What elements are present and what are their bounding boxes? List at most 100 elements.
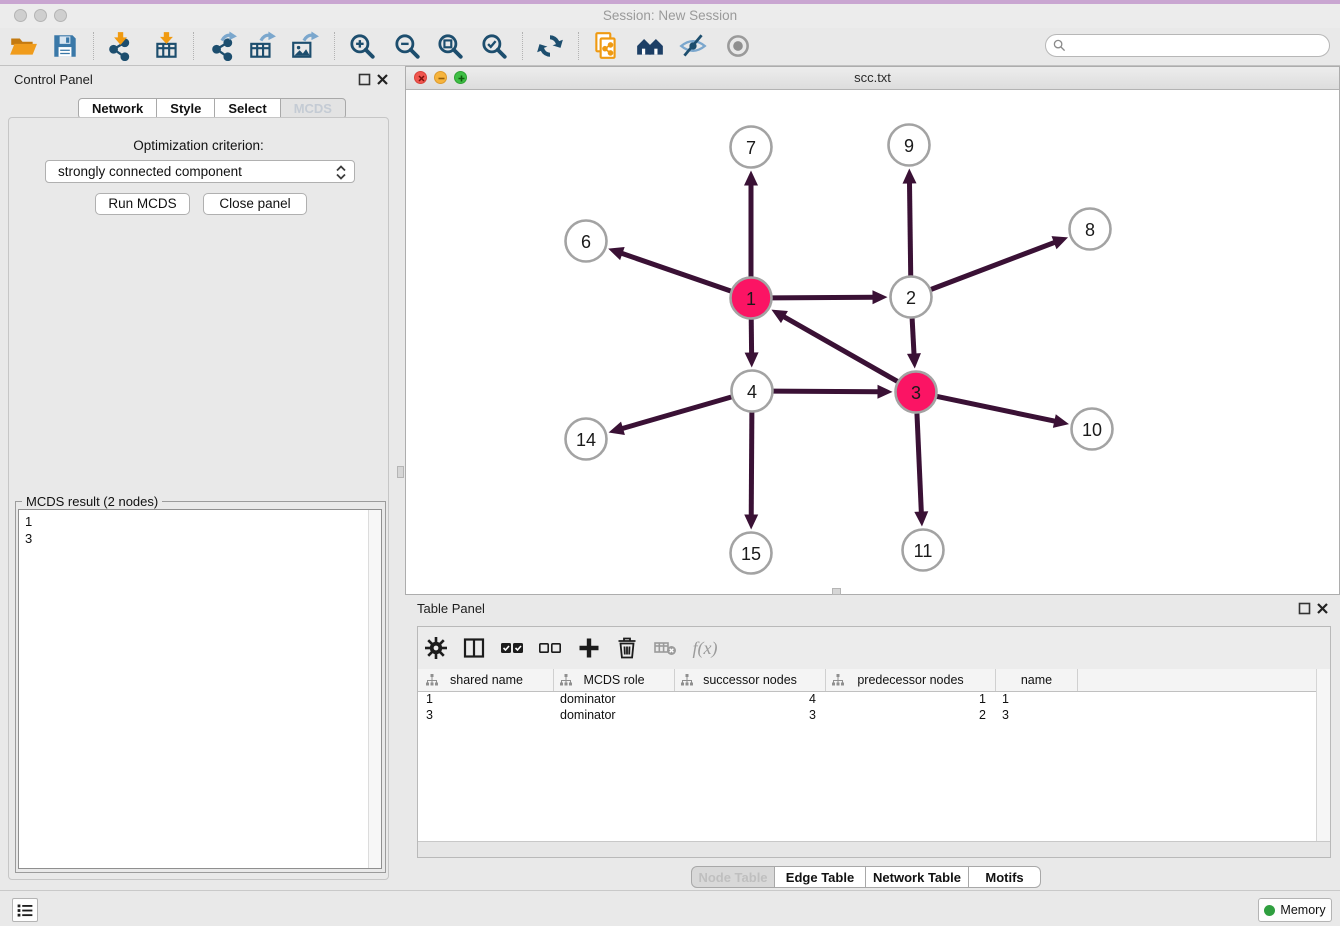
graph-node-11[interactable]: 11 bbox=[903, 530, 944, 571]
deselect-all-rows-icon[interactable] bbox=[537, 635, 563, 661]
column-header-MCDS-role[interactable]: MCDS role bbox=[554, 669, 675, 691]
horizontal-splitter-handle[interactable] bbox=[832, 588, 841, 595]
graph-node-4[interactable]: 4 bbox=[732, 371, 773, 412]
table-settings-icon[interactable] bbox=[423, 635, 449, 661]
network-canvas[interactable]: 1 2 3 4 6 7 8 9 10 11 14 15 bbox=[406, 89, 1339, 594]
graph-node-2[interactable]: 2 bbox=[891, 277, 932, 318]
tab-node-table[interactable]: Node Table bbox=[691, 866, 775, 888]
control-tab-select[interactable]: Select bbox=[215, 98, 280, 119]
minimize-network-button[interactable] bbox=[434, 71, 447, 84]
add-column-icon[interactable] bbox=[576, 635, 602, 661]
graph-edge-3-1[interactable] bbox=[771, 310, 897, 382]
tab-network-table[interactable]: Network Table bbox=[866, 866, 969, 888]
graph-edge-4-15[interactable] bbox=[744, 412, 758, 529]
close-table-panel-icon[interactable] bbox=[1316, 602, 1329, 615]
graph-node-8[interactable]: 8 bbox=[1070, 209, 1111, 250]
float-table-panel-icon[interactable] bbox=[1298, 602, 1311, 615]
table-horizontal-scrollbar[interactable] bbox=[418, 841, 1330, 857]
search-input[interactable] bbox=[1045, 34, 1330, 57]
control-tab-mcds[interactable]: MCDS bbox=[281, 98, 346, 119]
memory-button[interactable]: Memory bbox=[1258, 898, 1332, 922]
column-header-label: successor nodes bbox=[703, 673, 797, 687]
graph-node-3[interactable]: 3 bbox=[896, 372, 937, 413]
graph-edge-4-3[interactable] bbox=[773, 385, 892, 399]
zoom-fit-icon[interactable] bbox=[435, 31, 465, 61]
task-history-button[interactable] bbox=[12, 898, 38, 922]
hide-selected-icon[interactable] bbox=[678, 31, 708, 61]
toolbar-separator bbox=[578, 32, 579, 60]
zoom-window-button[interactable] bbox=[54, 9, 67, 22]
graph-edge-3-10[interactable] bbox=[937, 396, 1069, 428]
table-cell: 3 bbox=[420, 707, 554, 723]
float-panel-icon[interactable] bbox=[358, 73, 371, 86]
run-mcds-button[interactable]: Run MCDS bbox=[95, 193, 190, 215]
vertical-splitter-handle[interactable] bbox=[397, 466, 404, 478]
mcds-result-text[interactable]: 1 3 bbox=[18, 509, 382, 869]
graph-node-7[interactable]: 7 bbox=[731, 127, 772, 168]
column-header-name[interactable]: name bbox=[996, 669, 1078, 691]
close-panel-button[interactable]: Close panel bbox=[203, 193, 307, 215]
table-tabs: Node TableEdge TableNetwork TableMotifs bbox=[691, 866, 1041, 888]
search-icon bbox=[1053, 39, 1066, 52]
graph-edge-3-11[interactable] bbox=[914, 413, 928, 526]
column-header-label: shared name bbox=[450, 673, 523, 687]
graph-node-1[interactable]: 1 bbox=[731, 278, 772, 319]
tab-edge-table[interactable]: Edge Table bbox=[775, 866, 866, 888]
graph-edge-1-4[interactable] bbox=[745, 319, 759, 367]
table-row[interactable]: 3dominator323 bbox=[418, 707, 1317, 723]
optimization-criterion-label: Optimization criterion: bbox=[9, 138, 388, 153]
network-window-titlebar[interactable]: scc.txt bbox=[406, 67, 1339, 90]
graph-node-14[interactable]: 14 bbox=[566, 419, 607, 460]
import-network-icon[interactable] bbox=[105, 31, 135, 61]
result-scrollbar-track[interactable] bbox=[368, 510, 381, 868]
criterion-dropdown[interactable]: strongly connected component bbox=[45, 160, 355, 183]
duplicate-network-icon[interactable] bbox=[591, 31, 621, 61]
graph-node-10[interactable]: 10 bbox=[1072, 409, 1113, 450]
zoom-out-icon[interactable] bbox=[392, 31, 422, 61]
control-tab-network[interactable]: Network bbox=[78, 98, 157, 119]
graph-edge-1-2[interactable] bbox=[772, 290, 887, 304]
graph-edge-1-7[interactable] bbox=[744, 171, 758, 277]
column-visibility-icon[interactable] bbox=[461, 635, 487, 661]
list-icon bbox=[13, 899, 37, 921]
first-neighbors-icon[interactable] bbox=[635, 31, 665, 61]
graph-edge-2-3[interactable] bbox=[907, 318, 921, 368]
export-image-icon[interactable] bbox=[290, 31, 320, 61]
graph-edge-2-8[interactable] bbox=[931, 236, 1068, 289]
graph-node-6[interactable]: 6 bbox=[566, 221, 607, 262]
table-vertical-scrollbar[interactable] bbox=[1316, 669, 1330, 842]
select-all-rows-icon[interactable] bbox=[499, 635, 525, 661]
zoom-network-button[interactable] bbox=[454, 71, 467, 84]
toolbar-separator bbox=[193, 32, 194, 60]
close-network-button[interactable] bbox=[414, 71, 427, 84]
graph-node-15[interactable]: 15 bbox=[731, 533, 772, 574]
function-builder-icon[interactable]: f(x) bbox=[688, 635, 722, 661]
import-table-icon[interactable] bbox=[152, 31, 182, 61]
close-panel-icon[interactable] bbox=[376, 73, 389, 86]
show-all-icon[interactable] bbox=[723, 31, 753, 61]
graph-edge-4-14[interactable] bbox=[609, 397, 732, 435]
column-header-predecessor-nodes[interactable]: predecessor nodes bbox=[826, 669, 996, 691]
graph-edge-1-6[interactable] bbox=[608, 247, 730, 291]
export-table-icon[interactable] bbox=[247, 31, 277, 61]
open-file-icon[interactable] bbox=[8, 31, 38, 61]
table-row[interactable]: 1dominator411 bbox=[418, 691, 1317, 707]
close-window-button[interactable] bbox=[14, 9, 27, 22]
delete-table-icon[interactable] bbox=[652, 635, 678, 661]
export-network-icon[interactable] bbox=[208, 31, 238, 61]
graph-node-9[interactable]: 9 bbox=[889, 125, 930, 166]
tab-motifs[interactable]: Motifs bbox=[969, 866, 1041, 888]
graph-edge-2-9[interactable] bbox=[903, 168, 917, 275]
column-header-shared-name[interactable]: shared name bbox=[420, 669, 554, 691]
svg-text:8: 8 bbox=[1085, 220, 1095, 240]
refresh-layout-icon[interactable] bbox=[535, 31, 565, 61]
save-session-icon[interactable] bbox=[50, 31, 80, 61]
toolbar-search bbox=[1045, 34, 1330, 57]
zoom-selected-icon[interactable] bbox=[479, 31, 509, 61]
zoom-in-icon[interactable] bbox=[347, 31, 377, 61]
column-header-successor-nodes[interactable]: successor nodes bbox=[675, 669, 826, 691]
delete-column-icon[interactable] bbox=[614, 635, 640, 661]
application-window: Session: New Session bbox=[0, 0, 1340, 926]
control-tab-style[interactable]: Style bbox=[157, 98, 215, 119]
minimize-window-button[interactable] bbox=[34, 9, 47, 22]
